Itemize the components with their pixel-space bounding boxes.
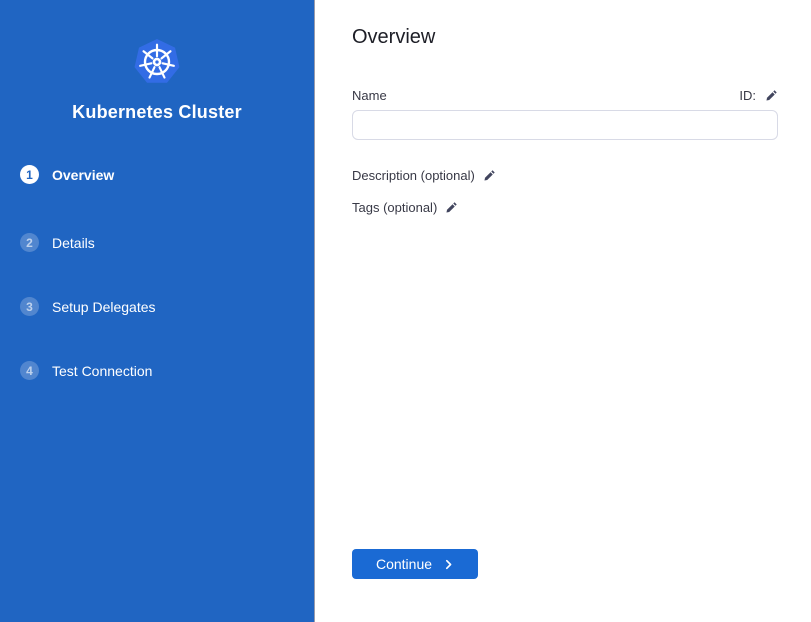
description-field-toggle: Description (optional): [352, 168, 496, 183]
name-label: Name: [352, 88, 387, 103]
edit-tags-icon[interactable]: [445, 201, 458, 214]
connector-type-title: Kubernetes Cluster: [0, 102, 314, 123]
wizard-step-overview[interactable]: 1 Overview: [20, 165, 114, 184]
wizard-step-details[interactable]: 2 Details: [20, 233, 95, 252]
kubernetes-logo-icon: [133, 38, 181, 86]
overview-step-panel: Overview Name ID: Description (optional): [316, 0, 811, 622]
tags-field-toggle: Tags (optional): [352, 200, 458, 215]
step-label: Setup Delegates: [52, 299, 156, 315]
step-label: Overview: [52, 167, 114, 183]
id-edit-group: ID:: [739, 88, 778, 103]
page-title: Overview: [352, 26, 435, 49]
create-connector-wizard: Kubernetes Cluster 1 Overview 2 Details …: [0, 0, 811, 622]
continue-button-label: Continue: [376, 556, 432, 572]
wizard-step-test-connection[interactable]: 4 Test Connection: [20, 361, 152, 380]
tags-label: Tags (optional): [352, 200, 437, 215]
step-number-badge: 4: [20, 361, 39, 380]
continue-button[interactable]: Continue: [352, 549, 478, 579]
step-label: Test Connection: [52, 363, 152, 379]
step-number-badge: 1: [20, 165, 39, 184]
chevron-right-icon: [443, 559, 454, 570]
name-input[interactable]: [352, 110, 778, 140]
step-label: Details: [52, 235, 95, 251]
description-label: Description (optional): [352, 168, 475, 183]
step-number-badge: 2: [20, 233, 39, 252]
edit-id-icon[interactable]: [765, 89, 778, 102]
wizard-sidebar: Kubernetes Cluster 1 Overview 2 Details …: [0, 0, 315, 622]
step-number-badge: 3: [20, 297, 39, 316]
edit-description-icon[interactable]: [483, 169, 496, 182]
wizard-step-setup-delegates[interactable]: 3 Setup Delegates: [20, 297, 156, 316]
id-label: ID:: [739, 88, 756, 103]
name-field-header: Name ID:: [352, 88, 778, 103]
